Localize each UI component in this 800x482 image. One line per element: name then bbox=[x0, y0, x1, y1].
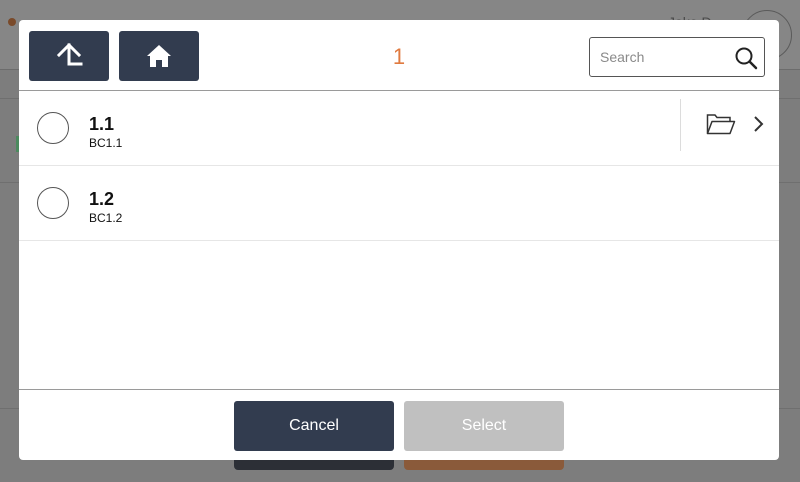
current-folder-title: 1 bbox=[392, 44, 406, 69]
arrow-up-icon bbox=[56, 42, 83, 66]
folder-open-icon bbox=[706, 114, 736, 135]
list-item[interactable]: 1.2 BC1.2 bbox=[19, 166, 779, 241]
item-name: 1.1 bbox=[89, 114, 115, 134]
folder-list: 1.1 BC1.1 1.2 BC1.2 bbox=[19, 91, 779, 389]
search-box bbox=[589, 37, 765, 77]
home-icon bbox=[147, 45, 171, 67]
dialog-footer: Cancel Select bbox=[19, 389, 779, 460]
search-input[interactable] bbox=[590, 38, 730, 76]
home-button[interactable] bbox=[119, 31, 199, 81]
item-name: 1.2 bbox=[89, 189, 115, 209]
select-button[interactable]: Select bbox=[404, 401, 564, 451]
select-radio[interactable] bbox=[37, 112, 69, 144]
search-icon[interactable] bbox=[734, 46, 758, 70]
background-logo bbox=[8, 18, 16, 26]
dialog-header: 1 bbox=[19, 20, 779, 91]
open-folder-button[interactable] bbox=[680, 99, 779, 151]
select-radio[interactable] bbox=[37, 187, 69, 219]
navigate-up-button[interactable] bbox=[29, 31, 109, 81]
chevron-right-icon bbox=[754, 116, 764, 132]
list-item[interactable]: 1.1 BC1.1 bbox=[19, 91, 779, 166]
cancel-button[interactable]: Cancel bbox=[234, 401, 394, 451]
item-code: BC1.1 bbox=[89, 136, 123, 150]
item-code: BC1.2 bbox=[89, 211, 123, 225]
folder-picker-dialog: 1 1.1 BC1.1 bbox=[19, 20, 779, 460]
